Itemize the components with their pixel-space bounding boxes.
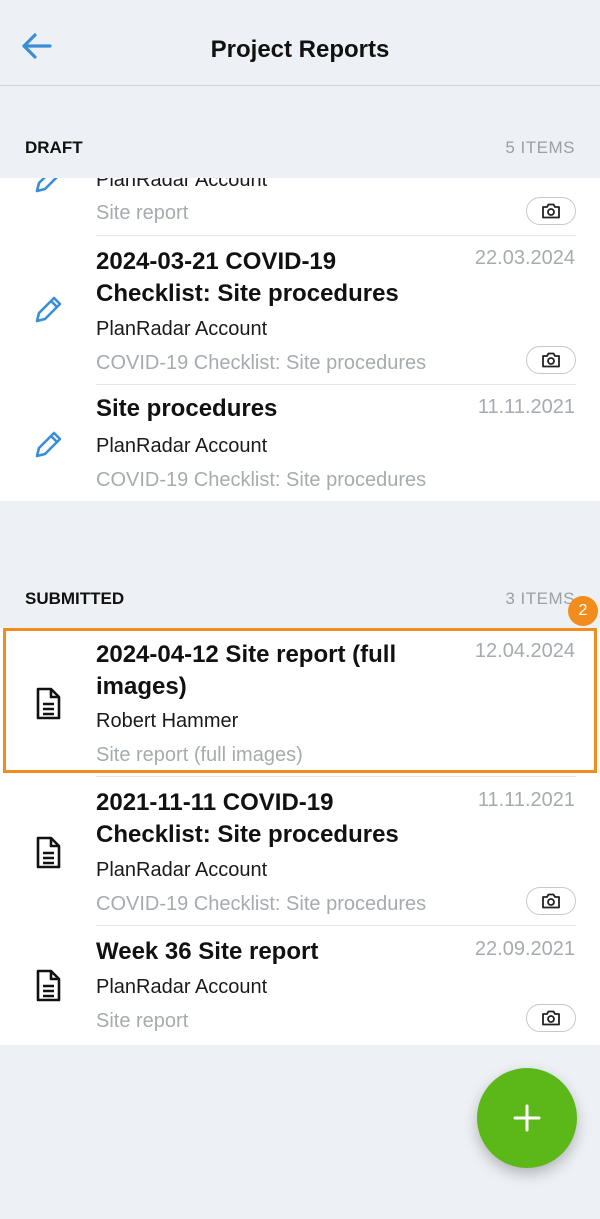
photo-badge [526, 1004, 576, 1032]
photo-badge [526, 887, 576, 915]
add-report-button[interactable] [477, 1068, 577, 1168]
draft-section-label: DRAFT [25, 138, 83, 157]
camera-icon [542, 893, 560, 909]
draft-row-1[interactable]: PlanRadar Account Site report [0, 178, 600, 235]
edit-row-button[interactable] [28, 425, 68, 465]
submitted-item-count: 3 ITEMS [505, 589, 575, 608]
report-owner: PlanRadar Account [96, 859, 268, 881]
photo-badge [526, 197, 576, 225]
report-owner: Robert Hammer [96, 710, 239, 732]
document-icon [36, 969, 61, 1002]
report-type: Site report [96, 202, 189, 224]
report-title: 2024-04-12 Site report (full images) [96, 641, 397, 700]
draft-item-count: 5 ITEMS [505, 138, 575, 157]
annotation-badge: 2 [568, 596, 598, 626]
report-title: 2021-11-11 COVID-19 Checklist: Site proc… [96, 789, 399, 848]
draft-row-2[interactable]: 2024-03-21 COVID-19 Checklist: Site proc… [0, 236, 600, 384]
report-date: 12.04.2024 [474, 640, 575, 662]
document-icon [36, 836, 61, 869]
submitted-section-header: SUBMITTED 3 ITEMS [0, 579, 600, 619]
photo-badge [526, 346, 576, 374]
edit-row-button[interactable] [28, 178, 68, 200]
document-row-icon [28, 833, 68, 873]
document-row-icon [28, 684, 68, 724]
draft-section-header: DRAFT 5 ITEMS [0, 128, 600, 168]
report-type: COVID-19 Checklist: Site procedures [96, 469, 427, 491]
draft-row-3[interactable]: Site procedures 11.11.2021 PlanRadar Acc… [0, 385, 600, 501]
report-title: Week 36 Site report [96, 938, 319, 965]
report-owner: PlanRadar Account [96, 318, 268, 340]
plus-icon [513, 1104, 541, 1132]
draft-list: PlanRadar Account Site report 2024-03-21… [0, 178, 600, 501]
report-owner: PlanRadar Account [96, 435, 268, 457]
pencil-icon [35, 431, 62, 458]
document-icon [36, 687, 61, 720]
submitted-section-label: SUBMITTED [25, 589, 125, 608]
report-date: 11.11.2021 [477, 789, 575, 811]
page-title: Project Reports [210, 36, 390, 63]
pencil-icon [35, 296, 62, 323]
report-date: 22.09.2021 [474, 938, 575, 960]
camera-icon [542, 203, 560, 219]
report-type: COVID-19 Checklist: Site procedures [96, 352, 427, 374]
document-row-icon [28, 966, 68, 1006]
camera-icon [542, 1010, 560, 1026]
edit-row-button[interactable] [28, 290, 68, 330]
report-date: 11.11.2021 [477, 396, 575, 418]
report-type: Site report (full images) [96, 744, 303, 766]
camera-icon [542, 352, 560, 368]
report-type: COVID-19 Checklist: Site procedures [96, 893, 427, 915]
submitted-row-2[interactable]: 2021-11-11 COVID-19 Checklist: Site proc… [0, 777, 600, 925]
report-owner: PlanRadar Account [96, 976, 268, 998]
report-owner: PlanRadar Account [96, 178, 268, 191]
report-title: Site procedures [96, 395, 278, 422]
report-title: 2024-03-21 COVID-19 Checklist: Site proc… [96, 248, 399, 307]
app-header: Project Reports [0, 0, 600, 86]
submitted-row-3[interactable]: Week 36 Site report 22.09.2021 PlanRadar… [0, 926, 600, 1045]
report-date: 22.03.2024 [474, 247, 575, 269]
submitted-row-1[interactable]: 2024-04-12 Site report (full images) 12.… [0, 628, 600, 776]
pencil-icon [35, 178, 58, 193]
report-type: Site report [96, 1010, 189, 1032]
submitted-list: 2024-04-12 Site report (full images) 12.… [0, 628, 600, 1045]
